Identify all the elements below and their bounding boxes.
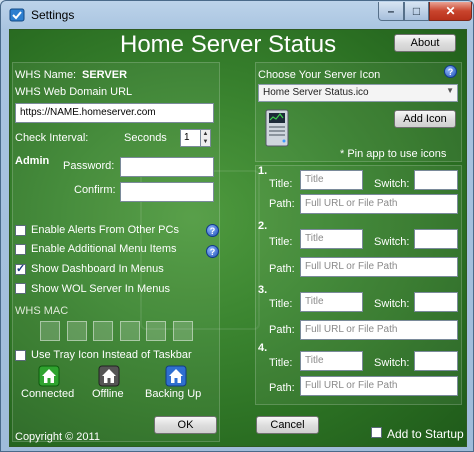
- mac-octet-1[interactable]: [40, 321, 60, 341]
- wol-checkbox[interactable]: [15, 283, 26, 294]
- item-3-switch-label: Switch:: [374, 298, 410, 310]
- chevron-down-icon: ▼: [446, 86, 454, 95]
- seconds-label: Seconds: [124, 132, 167, 144]
- server-icon-help-icon[interactable]: ?: [444, 65, 457, 78]
- copyright: Copyright © 2011: [15, 431, 100, 443]
- cancel-button[interactable]: Cancel: [256, 416, 319, 434]
- add-to-startup-checkbox[interactable]: [371, 427, 382, 438]
- item-1-number: 1.: [258, 165, 268, 177]
- pin-note: * Pin app to use icons: [340, 148, 447, 160]
- alerts-checkbox[interactable]: [15, 225, 26, 236]
- title-bar[interactable]: Settings – □ ✕: [1, 1, 473, 29]
- interval-input[interactable]: 1: [180, 129, 201, 147]
- password-field[interactable]: [120, 157, 214, 177]
- item-4-path-input[interactable]: Full URL or File Path: [300, 376, 458, 396]
- confirm-label: Confirm:: [74, 184, 116, 196]
- server-icon-select-value: Home Server Status.ico: [263, 87, 369, 98]
- item-2-switch-input[interactable]: [414, 229, 458, 249]
- item-2-number: 2.: [258, 220, 268, 232]
- item-1-path-input[interactable]: Full URL or File Path: [300, 194, 458, 214]
- item-3-title-input[interactable]: Title: [300, 292, 363, 312]
- whs-name-label: WHS Name:: [15, 69, 77, 81]
- app-icon: [9, 8, 25, 22]
- whs-name-value: SERVER: [82, 69, 128, 81]
- confirm-field[interactable]: [120, 182, 214, 202]
- whs-url-input[interactable]: https://NAME.homeserver.com: [15, 103, 214, 123]
- interval-spinner[interactable]: ▲ ▼: [200, 129, 211, 147]
- item-1-switch-input[interactable]: [414, 170, 458, 190]
- menu-items-checkbox[interactable]: [15, 244, 26, 255]
- admin-label: Admin: [15, 155, 50, 167]
- whs-url-label: WHS Web Domain URL: [15, 86, 133, 98]
- server-icon-select[interactable]: Home Server Status.ico ▼: [258, 84, 458, 102]
- tray-icon-label: Use Tray Icon Instead of Taskbar: [31, 349, 192, 361]
- item-1-title-input[interactable]: Title: [300, 170, 363, 190]
- item-3-number: 3.: [258, 284, 268, 296]
- dashboard-label: Show Dashboard In Menus: [31, 263, 164, 275]
- window-title: Settings: [31, 8, 75, 22]
- wol-label: Show WOL Server In Menus: [31, 283, 170, 295]
- connected-label: Connected: [21, 388, 75, 400]
- whs-mac-label: WHS MAC: [15, 305, 69, 317]
- item-4-switch-label: Switch:: [374, 357, 410, 369]
- item-3-path-label: Path:: [269, 324, 295, 336]
- offline-label: Offline: [92, 388, 124, 400]
- dashboard-checkbox[interactable]: [15, 262, 26, 275]
- server-preview-icon: [265, 109, 289, 147]
- about-button[interactable]: About: [394, 34, 456, 52]
- item-2-switch-label: Switch:: [374, 236, 410, 248]
- server-icon-label: Choose Your Server Icon: [258, 69, 381, 81]
- menu-items-help-icon[interactable]: ?: [206, 245, 219, 258]
- item-3-path-input[interactable]: Full URL or File Path: [300, 320, 458, 340]
- spin-down-icon[interactable]: ▼: [201, 138, 210, 146]
- item-3-switch-input[interactable]: [414, 292, 458, 312]
- ok-button[interactable]: OK: [154, 416, 217, 434]
- close-button[interactable]: ✕: [429, 2, 472, 21]
- item-2-title-label: Title:: [269, 236, 293, 248]
- mac-octet-3[interactable]: [93, 321, 113, 341]
- item-3-title-label: Title:: [269, 298, 293, 310]
- add-icon-button[interactable]: Add Icon: [394, 110, 456, 128]
- password-label: Password:: [63, 160, 115, 172]
- item-4-path-label: Path:: [269, 382, 295, 394]
- alerts-help-icon[interactable]: ?: [206, 224, 219, 237]
- settings-panel: Home Server Status About WHS Name: SERVE…: [9, 29, 467, 447]
- check-interval-label: Check Interval:: [15, 132, 89, 144]
- settings-window: Settings – □ ✕ Home Server Status About …: [0, 0, 474, 452]
- item-2-path-label: Path:: [269, 263, 295, 275]
- mac-octet-2[interactable]: [67, 321, 87, 341]
- mac-octet-6[interactable]: [173, 321, 193, 341]
- item-2-title-input[interactable]: Title: [300, 229, 363, 249]
- item-4-title-label: Title:: [269, 357, 293, 369]
- backing-up-home-icon: [165, 365, 187, 387]
- maximize-button[interactable]: □: [404, 2, 429, 21]
- menu-items-label: Enable Additional Menu Items: [31, 243, 177, 255]
- offline-home-icon: [98, 365, 120, 387]
- item-4-number: 4.: [258, 342, 268, 354]
- backing-up-label: Backing Up: [145, 388, 202, 400]
- mac-octet-5[interactable]: [146, 321, 166, 341]
- item-1-switch-label: Switch:: [374, 178, 410, 190]
- spin-up-icon[interactable]: ▲: [201, 130, 210, 138]
- item-2-path-input[interactable]: Full URL or File Path: [300, 257, 458, 277]
- alerts-label: Enable Alerts From Other PCs: [31, 224, 179, 236]
- item-1-path-label: Path:: [269, 198, 295, 210]
- item-4-title-input[interactable]: Title: [300, 351, 363, 371]
- minimize-button[interactable]: –: [378, 2, 404, 21]
- item-1-title-label: Title:: [269, 178, 293, 190]
- mac-octet-4[interactable]: [120, 321, 140, 341]
- item-4-switch-input[interactable]: [414, 351, 458, 371]
- tray-icon-checkbox[interactable]: [15, 350, 26, 361]
- page-title: Home Server Status: [120, 31, 337, 58]
- connected-home-icon: [38, 365, 60, 387]
- add-to-startup-label: Add to Startup: [387, 427, 464, 441]
